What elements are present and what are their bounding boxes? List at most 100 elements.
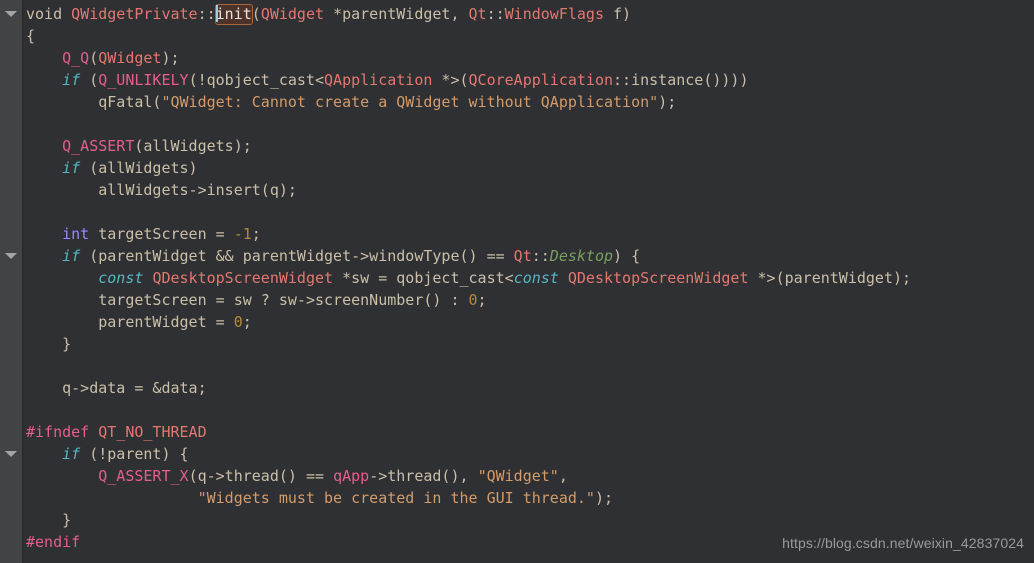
code-line[interactable]: { bbox=[26, 25, 1034, 47]
fold-triangle bbox=[5, 11, 17, 17]
code-token: ); bbox=[658, 93, 677, 111]
chevron-down-icon[interactable] bbox=[5, 4, 18, 26]
code-token: QWidget bbox=[260, 5, 325, 23]
code-token: ; bbox=[251, 225, 261, 243]
code-line[interactable]: Q_ASSERT_X(q->thread() == qApp->thread()… bbox=[26, 465, 1034, 487]
fold-triangle bbox=[5, 253, 17, 259]
code-token: Qt bbox=[468, 5, 487, 23]
code-token: } bbox=[26, 511, 72, 529]
code-token: "QWidget" bbox=[477, 467, 559, 485]
code-token: QCoreApplication bbox=[468, 71, 614, 89]
code-line[interactable]: } bbox=[26, 333, 1034, 355]
code-line[interactable]: parentWidget = 0; bbox=[26, 311, 1034, 333]
fold-triangle bbox=[5, 451, 17, 457]
code-token: "Widgets must be created in the GUI thre… bbox=[197, 489, 595, 507]
code-line[interactable]: Q_Q(QWidget); bbox=[26, 47, 1034, 69]
code-line[interactable]: if (!parent) { bbox=[26, 443, 1034, 465]
code-line[interactable]: "Widgets must be created in the GUI thre… bbox=[26, 487, 1034, 509]
code-token: (allWidgets) bbox=[80, 159, 198, 177]
code-token: #ifndef bbox=[26, 423, 90, 441]
code-token: QT_NO_THREAD bbox=[98, 423, 207, 441]
code-line[interactable]: qFatal("QWidget: Cannot create a QWidget… bbox=[26, 91, 1034, 113]
code-token: (!parent) { bbox=[80, 445, 189, 463]
watermark-text: https://blog.csdn.net/weixin_42837024 bbox=[782, 535, 1024, 551]
code-token: -1 bbox=[233, 225, 252, 243]
code-line[interactable]: void QWidgetPrivate::init(QWidget *paren… bbox=[26, 3, 1034, 25]
code-token: Q_ASSERT bbox=[62, 137, 135, 155]
code-editor[interactable]: void QWidgetPrivate::init(QWidget *paren… bbox=[0, 0, 1034, 563]
code-token: :: bbox=[486, 5, 505, 23]
code-token: ( bbox=[89, 49, 99, 67]
code-line[interactable] bbox=[26, 355, 1034, 377]
code-line[interactable] bbox=[26, 113, 1034, 135]
code-token: if bbox=[62, 159, 81, 177]
chevron-down-icon[interactable] bbox=[5, 444, 18, 466]
editor-gutter[interactable] bbox=[0, 0, 22, 563]
code-token: void bbox=[26, 5, 63, 23]
code-content[interactable]: void QWidgetPrivate::init(QWidget *paren… bbox=[26, 3, 1034, 553]
code-token: ( bbox=[80, 71, 99, 89]
code-token: if bbox=[62, 247, 81, 265]
code-line[interactable]: const QDesktopScreenWidget *sw = qobject… bbox=[26, 267, 1034, 289]
code-line[interactable]: q->data = &data; bbox=[26, 377, 1034, 399]
code-line[interactable]: if (Q_UNLIKELY(!qobject_cast<QApplicatio… bbox=[26, 69, 1034, 91]
code-line[interactable] bbox=[26, 399, 1034, 421]
highlighted-word[interactable]: init bbox=[214, 4, 253, 25]
code-token: 0 bbox=[233, 313, 243, 331]
code-token: targetScreen = sw ? sw->screenNumber() : bbox=[26, 291, 469, 309]
code-token: f) bbox=[604, 5, 632, 23]
code-line[interactable]: Q_ASSERT(allWidgets); bbox=[26, 135, 1034, 157]
code-token: ; bbox=[242, 313, 252, 331]
code-token: (q->thread() == bbox=[188, 467, 334, 485]
code-token: (!qobject_cast< bbox=[188, 71, 325, 89]
code-token: ); bbox=[594, 489, 614, 507]
code-token: , bbox=[558, 467, 568, 485]
code-token: (parentWidget && parentWidget->windowTyp… bbox=[80, 247, 514, 265]
code-line[interactable]: } bbox=[26, 509, 1034, 531]
code-token: const bbox=[513, 269, 559, 287]
code-token: ::instance()))) bbox=[613, 71, 749, 89]
code-line[interactable]: if (allWidgets) bbox=[26, 157, 1034, 179]
code-token: *parentWidget, bbox=[324, 5, 469, 23]
chevron-down-icon[interactable] bbox=[5, 246, 18, 268]
code-line[interactable] bbox=[26, 201, 1034, 223]
code-token: if bbox=[62, 445, 81, 463]
code-line[interactable]: if (parentWidget && parentWidget->window… bbox=[26, 245, 1034, 267]
code-token: Qt bbox=[513, 247, 532, 265]
code-token: allWidgets->insert(q); bbox=[26, 181, 297, 199]
code-token: Q_ASSERT_X bbox=[98, 467, 189, 485]
code-token: targetScreen = bbox=[89, 225, 234, 243]
code-token: ( bbox=[251, 5, 261, 23]
code-token: ); bbox=[161, 49, 180, 67]
code-token: ; bbox=[477, 291, 487, 309]
code-token: *>( bbox=[432, 71, 469, 89]
code-token: q->data = &data; bbox=[26, 379, 207, 397]
code-token: QDesktopScreenWidget bbox=[152, 269, 334, 287]
code-line[interactable]: #ifndef QT_NO_THREAD bbox=[26, 421, 1034, 443]
code-token: Desktop bbox=[549, 247, 614, 265]
code-token: parentWidget = bbox=[26, 313, 234, 331]
code-line[interactable]: allWidgets->insert(q); bbox=[26, 179, 1034, 201]
code-token: const bbox=[98, 269, 144, 287]
code-token: *>(parentWidget); bbox=[748, 269, 912, 287]
code-token: if bbox=[62, 71, 81, 89]
code-token: qFatal( bbox=[26, 93, 162, 111]
code-token: QDesktopScreenWidget bbox=[567, 269, 749, 287]
code-token: Q_UNLIKELY bbox=[98, 71, 189, 89]
code-token: QWidgetPrivate bbox=[71, 5, 198, 23]
code-line[interactable]: targetScreen = sw ? sw->screenNumber() :… bbox=[26, 289, 1034, 311]
code-line[interactable]: int targetScreen = -1; bbox=[26, 223, 1034, 245]
code-token: 0 bbox=[468, 291, 478, 309]
code-token: } bbox=[26, 335, 72, 353]
